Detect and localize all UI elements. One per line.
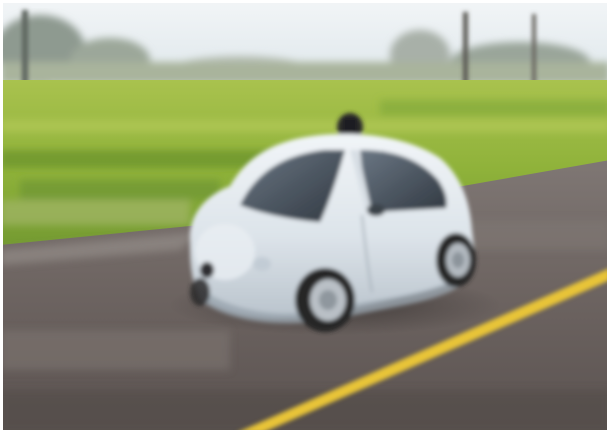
photo-scene [0,0,610,433]
front-sensor [200,262,214,278]
scene-svg [0,0,610,433]
side-mirror [367,204,385,216]
rear-wheel [436,233,476,287]
front-wheel [295,268,355,332]
headlight [253,257,271,271]
